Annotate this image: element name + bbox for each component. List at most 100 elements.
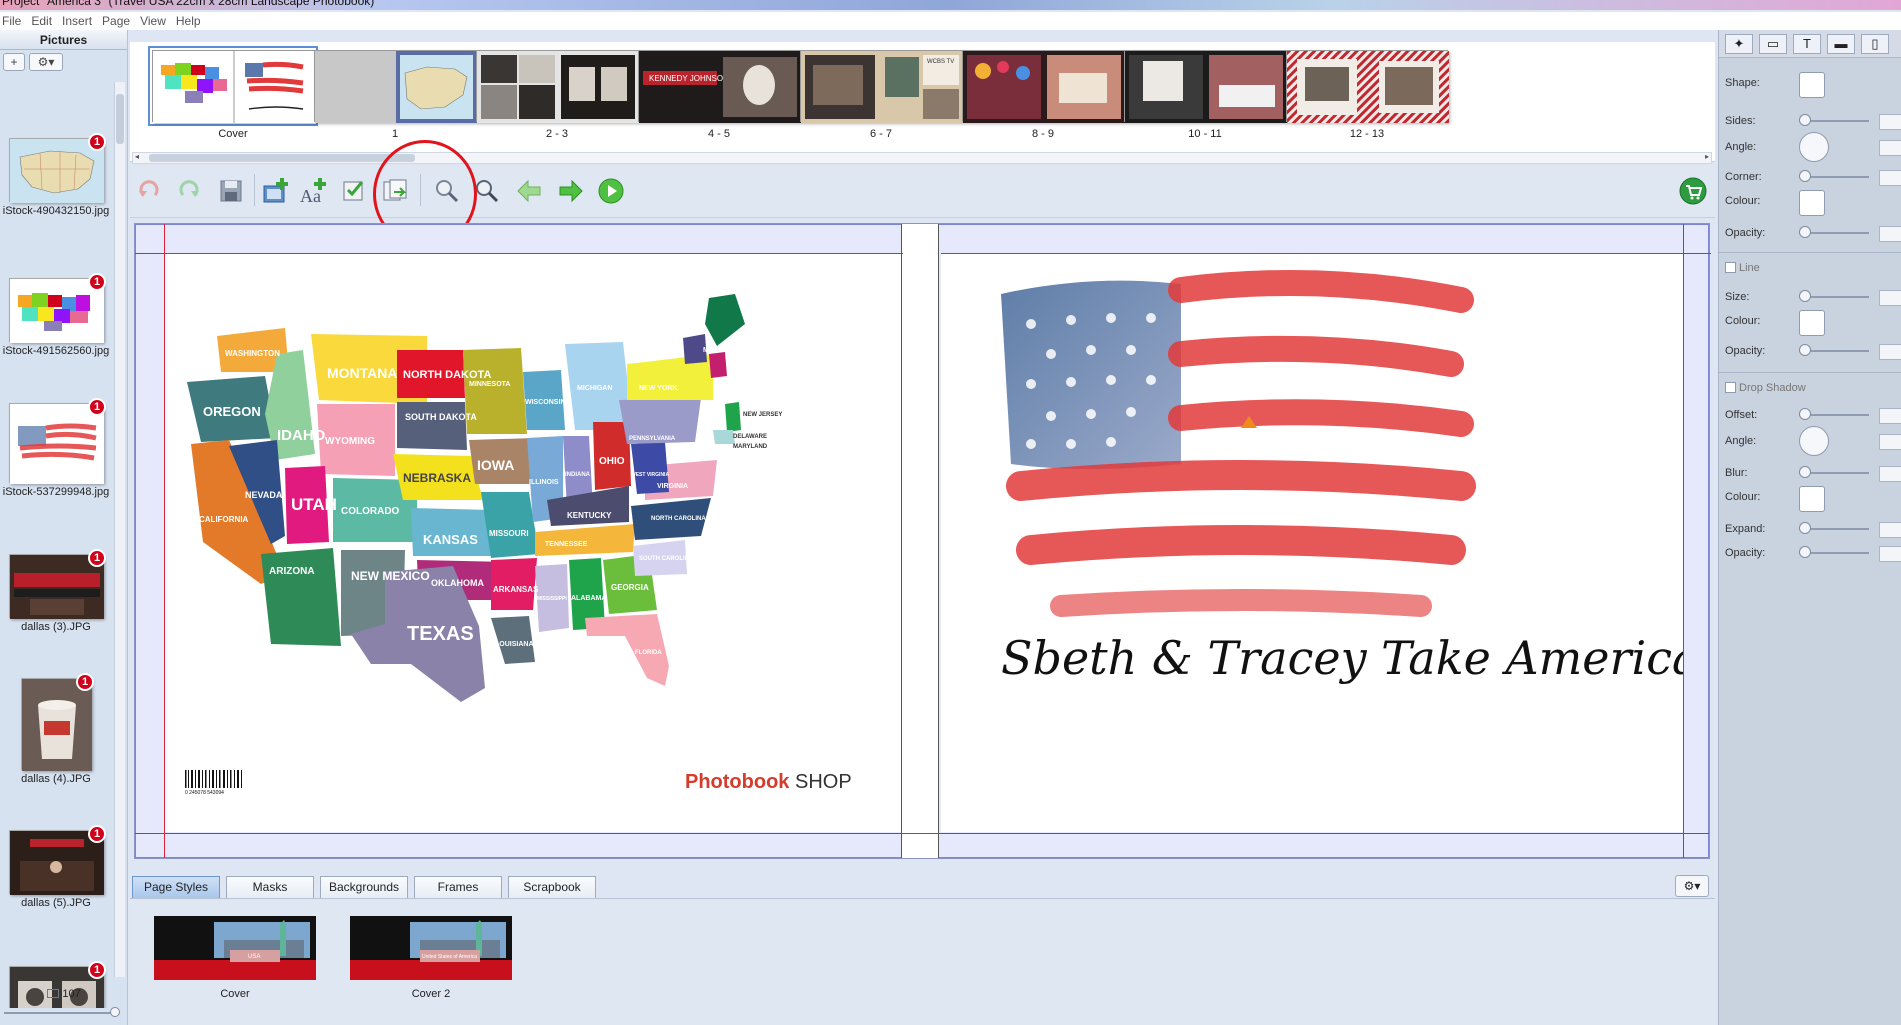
page-thumb-4-5[interactable]: KENNEDY JOHNSON 4 - 5 xyxy=(638,50,801,140)
picture-item[interactable]: 1 iStock-490432150.jpg xyxy=(0,133,112,217)
blur-field[interactable] xyxy=(1879,466,1901,482)
page-thumb-8-9[interactable]: 8 - 9 xyxy=(962,50,1125,140)
page-style-cover-2[interactable]: United States of America Cover 2 xyxy=(350,916,512,1000)
line-toggle[interactable]: Line xyxy=(1725,262,1901,274)
page-thumb-cover[interactable]: Cover xyxy=(148,46,318,140)
watercolor-flag-artwork[interactable]: Sbeth & Tracey Take America xyxy=(941,254,1699,832)
colour-swatch[interactable] xyxy=(1799,190,1825,216)
opacity-slider[interactable] xyxy=(1799,226,1869,238)
state-label: WYOMING xyxy=(325,436,375,447)
menu-insert[interactable]: Insert xyxy=(62,14,92,28)
ruler-properties-tab[interactable]: ▬ xyxy=(1827,34,1855,54)
edit-page-button[interactable] xyxy=(340,176,370,206)
shadow-opacity-field[interactable] xyxy=(1879,546,1901,562)
sides-field[interactable] xyxy=(1879,114,1901,130)
tab-scrapbook[interactable]: Scrapbook xyxy=(508,876,596,898)
add-text-button[interactable]: Aa xyxy=(298,176,328,206)
library-settings-button[interactable]: ⚙▾ xyxy=(1675,875,1709,897)
angle-dial[interactable] xyxy=(1799,132,1829,162)
offset-field[interactable] xyxy=(1879,408,1901,424)
picture-item[interactable]: 1 dallas (3).JPG xyxy=(0,549,112,633)
scroll-left-icon[interactable]: ◂ xyxy=(135,152,139,161)
shadow-angle-field[interactable] xyxy=(1879,434,1901,450)
undo-button[interactable] xyxy=(134,176,164,206)
next-page-button[interactable] xyxy=(556,176,586,206)
menu-page[interactable]: Page xyxy=(102,14,130,28)
state-label: MISSOURI xyxy=(489,529,529,538)
shape-picker[interactable] xyxy=(1799,72,1825,98)
line-opacity-slider[interactable] xyxy=(1799,344,1869,356)
page-style-cover[interactable]: USA Cover xyxy=(154,916,316,1000)
picture-thumbnail-dallas-5: 1 xyxy=(9,825,106,895)
page-thumb-1[interactable]: 1 xyxy=(314,50,477,140)
pictures-settings-button[interactable]: ⚙▾ xyxy=(29,53,63,71)
frame-properties-tab[interactable]: ▭ xyxy=(1759,34,1787,54)
state-label: UTAH xyxy=(291,495,337,514)
add-picture-button[interactable]: + xyxy=(3,53,25,71)
pictures-scrollbar[interactable] xyxy=(114,82,125,977)
shadow-opacity-slider[interactable] xyxy=(1799,546,1869,558)
picture-item[interactable]: 1 iStock-491562560.jpg xyxy=(0,273,112,357)
angle-field[interactable] xyxy=(1879,140,1901,156)
shadow-angle-dial[interactable] xyxy=(1799,426,1829,456)
corner-field[interactable] xyxy=(1879,170,1901,186)
redo-button[interactable] xyxy=(174,176,204,206)
picture-item[interactable]: 1 dallas (5).JPG xyxy=(0,825,112,909)
page-thumb-label: 1 xyxy=(391,128,399,140)
state-label: DELAWARE xyxy=(733,434,767,440)
shadow-colour-swatch[interactable] xyxy=(1799,486,1825,512)
offset-slider[interactable] xyxy=(1799,408,1869,420)
scroll-right-icon[interactable]: ▸ xyxy=(1705,152,1709,161)
page-thumb-12-13[interactable]: 12 - 13 xyxy=(1286,50,1449,140)
menu-edit[interactable]: Edit xyxy=(31,14,52,28)
expand-slider[interactable] xyxy=(1799,522,1869,534)
right-page[interactable]: Sbeth & Tracey Take America xyxy=(941,254,1699,832)
tab-page-styles[interactable]: Page Styles xyxy=(132,876,220,898)
save-button[interactable] xyxy=(216,176,246,206)
menu-view[interactable]: View xyxy=(140,14,166,28)
page-strip-scroll-thumb[interactable] xyxy=(149,154,415,162)
safe-line xyxy=(135,833,1709,834)
drop-shadow-toggle[interactable]: Drop Shadow xyxy=(1725,382,1901,394)
style-caption: USA xyxy=(248,954,260,960)
blur-slider[interactable] xyxy=(1799,466,1869,478)
menu-file[interactable]: File xyxy=(2,14,21,28)
text-properties-tab[interactable]: T xyxy=(1793,34,1821,54)
order-cart-button[interactable] xyxy=(1678,176,1708,206)
tab-backgrounds[interactable]: Backgrounds xyxy=(320,876,408,898)
line-checkbox[interactable] xyxy=(1725,262,1736,273)
line-size-field[interactable] xyxy=(1879,290,1901,306)
expand-field[interactable] xyxy=(1879,522,1901,538)
page-properties-tab[interactable]: ▯ xyxy=(1861,34,1889,54)
page-styles-strip: USA Cover United States of America Cover… xyxy=(130,900,1715,1025)
page-thumb-2-3[interactable]: 2 - 3 xyxy=(476,50,639,140)
tab-frames[interactable]: Frames xyxy=(414,876,502,898)
safe-line xyxy=(1683,224,1684,858)
drop-shadow-checkbox[interactable] xyxy=(1725,382,1736,393)
opacity-field[interactable] xyxy=(1879,226,1901,242)
sides-slider[interactable] xyxy=(1799,114,1869,126)
pictures-zoom-slider[interactable] xyxy=(4,1007,120,1017)
shape-properties-tab[interactable]: ✦ xyxy=(1725,34,1753,54)
page-thumb-6-7[interactable]: WCBS TV 6 - 7 xyxy=(800,50,963,140)
left-page[interactable]: WASHINGTON OREGON CALIFORNIA IDAHO NEVAD… xyxy=(165,254,901,832)
corner-slider[interactable] xyxy=(1799,170,1869,182)
shadow-angle-label: Angle: xyxy=(1725,435,1757,447)
line-size-slider[interactable] xyxy=(1799,290,1869,302)
previous-page-button[interactable] xyxy=(514,176,544,206)
line-opacity-field[interactable] xyxy=(1879,344,1901,360)
menu-help[interactable]: Help xyxy=(176,14,201,28)
line-colour-swatch[interactable] xyxy=(1799,310,1825,336)
line-opacity-label: Opacity: xyxy=(1725,345,1766,357)
previous-page-icon xyxy=(517,179,541,203)
picture-item[interactable]: 1 iStock-537299948.jpg xyxy=(0,398,112,498)
state-label: SOUTH CAROLINA xyxy=(639,556,694,562)
picture-item[interactable]: 1 dallas (4).JPG xyxy=(0,673,112,785)
page-thumb-10-11[interactable]: 10 - 11 xyxy=(1124,50,1287,140)
tab-masks[interactable]: Masks xyxy=(226,876,314,898)
add-page-button[interactable] xyxy=(260,176,290,206)
play-slideshow-button[interactable] xyxy=(596,176,626,206)
page-strip-scrollbar[interactable]: ◂ ▸ xyxy=(132,152,1712,164)
usa-map-artwork[interactable]: WASHINGTON OREGON CALIFORNIA IDAHO NEVAD… xyxy=(165,254,901,832)
state-label: NEBRASKA xyxy=(403,471,471,485)
